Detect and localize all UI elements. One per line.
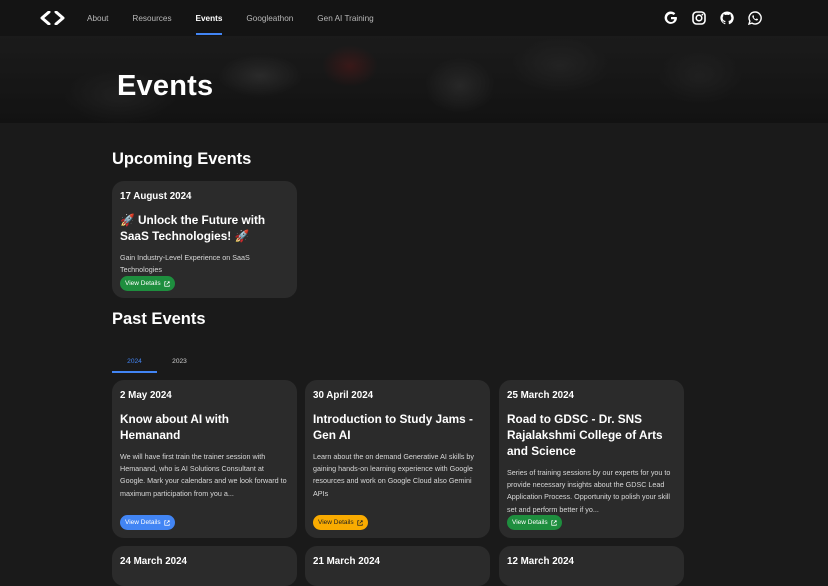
past-events-heading: Past Events: [112, 310, 206, 328]
event-description: Series of training sessions by our exper…: [507, 468, 671, 514]
navbar: About Resources Events Googleathon Gen A…: [0, 0, 828, 36]
external-link-icon: [357, 519, 363, 526]
nav-link-googleathon[interactable]: Googleathon: [246, 0, 293, 36]
event-date: 2 May 2024: [120, 390, 172, 401]
event-title: Introduction to Study Jams - Gen AI: [313, 412, 473, 442]
view-details-button[interactable]: View Details: [313, 515, 368, 530]
view-details-label: View Details: [512, 519, 548, 526]
view-details-button[interactable]: View Details: [120, 515, 175, 530]
event-date: 21 March 2024: [313, 556, 380, 567]
tab-2023[interactable]: 2023: [157, 350, 202, 372]
event-date: 12 March 2024: [507, 556, 574, 567]
view-details-label: View Details: [318, 519, 354, 526]
view-details-button[interactable]: View Details: [120, 276, 175, 291]
view-details-label: View Details: [125, 519, 161, 526]
nav-links: About Resources Events Googleathon Gen A…: [87, 0, 398, 36]
tab-2024[interactable]: 2024: [112, 350, 157, 373]
past-event-card: 12 March 2024: [499, 546, 684, 586]
external-link-icon: [164, 280, 170, 287]
event-description: Learn about the on demand Generative AI …: [313, 452, 475, 498]
year-tabs: 2024 2023: [112, 350, 202, 373]
upcoming-events-heading: Upcoming Events: [112, 150, 252, 168]
past-event-card: 30 April 2024 Introduction to Study Jams…: [305, 380, 490, 538]
view-details-button[interactable]: View Details: [507, 515, 562, 530]
event-date: 25 March 2024: [507, 390, 574, 401]
external-link-icon: [164, 519, 170, 526]
page-title: Events: [117, 70, 214, 102]
logo-icon[interactable]: [40, 11, 65, 25]
google-icon[interactable]: [664, 11, 678, 25]
event-title: 🚀 Unlock the Future with SaaS Technologi…: [120, 213, 266, 243]
view-details-label: View Details: [125, 280, 161, 287]
whatsapp-icon[interactable]: [748, 11, 762, 25]
past-event-card: 2 May 2024 Know about AI with Hemanand W…: [112, 380, 297, 538]
external-link-icon: [551, 519, 557, 526]
instagram-icon[interactable]: [692, 11, 706, 25]
social-icons: [664, 11, 762, 25]
hero-banner: Events: [0, 36, 828, 123]
nav-link-gen-ai-training[interactable]: Gen AI Training: [317, 0, 373, 36]
event-title: Road to GDSC - Dr. SNS Rajalakshmi Colle…: [507, 412, 663, 458]
nav-link-resources[interactable]: Resources: [132, 0, 171, 36]
event-description: We will have first train the trainer ses…: [120, 452, 287, 498]
nav-link-about[interactable]: About: [87, 0, 108, 36]
event-date: 30 April 2024: [313, 390, 374, 401]
past-event-card: 25 March 2024 Road to GDSC - Dr. SNS Raj…: [499, 380, 684, 538]
event-description: Gain Industry-Level Experience on SaaS T…: [120, 253, 250, 275]
event-date: 17 August 2024: [120, 191, 192, 202]
github-icon[interactable]: [720, 11, 734, 25]
event-title: Know about AI with Hemanand: [120, 412, 229, 442]
past-event-card: 21 March 2024: [305, 546, 490, 586]
past-event-card: 24 March 2024: [112, 546, 297, 586]
event-date: 24 March 2024: [120, 556, 187, 567]
upcoming-event-card: 17 August 2024 🚀 Unlock the Future with …: [112, 181, 297, 298]
nav-link-events[interactable]: Events: [195, 0, 222, 36]
